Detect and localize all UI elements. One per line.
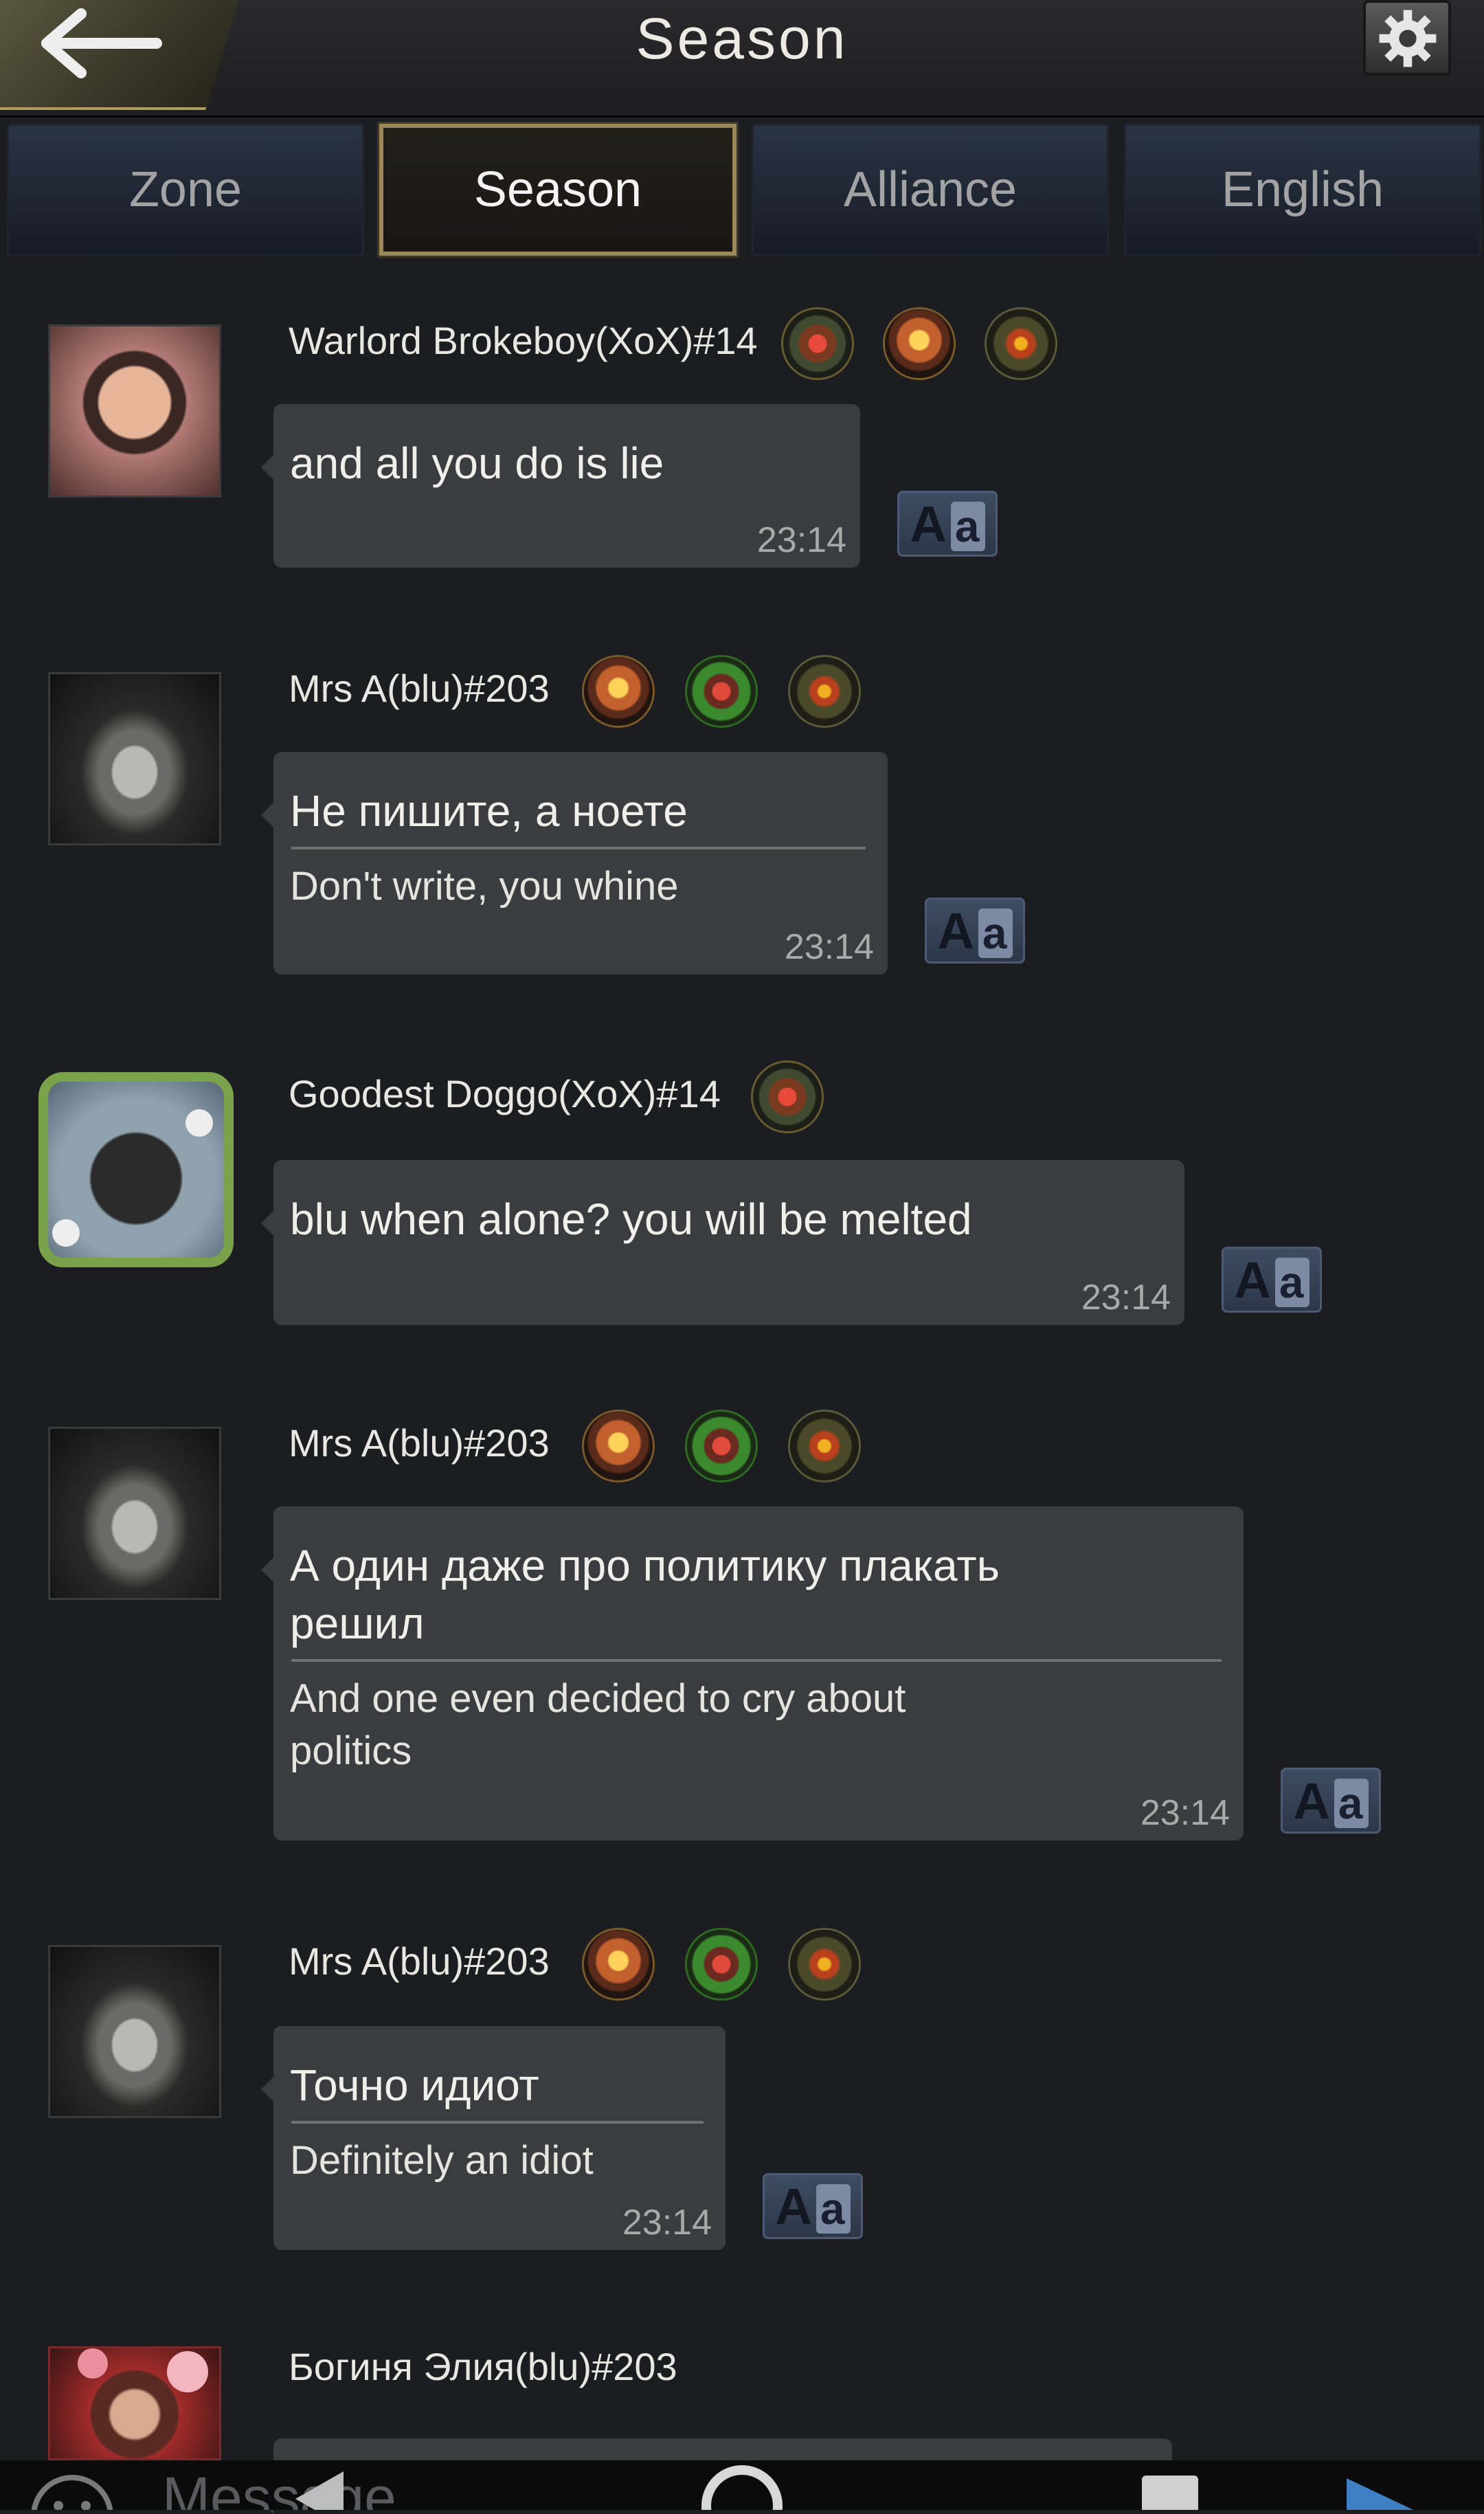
- message-input[interactable]: Message: [162, 2465, 396, 2510]
- message-text: blu when alone? you will be melted: [290, 1194, 972, 1244]
- flower-decoration: [186, 1109, 213, 1137]
- translate-button[interactable]: Aa: [763, 2173, 863, 2239]
- translation-divider: [291, 847, 866, 849]
- username[interactable]: Mrs A(blu)#203: [289, 1402, 550, 1484]
- avatar[interactable]: [48, 2346, 221, 2460]
- flower-decoration: [167, 2351, 208, 2392]
- flower-decoration: [52, 1219, 80, 1247]
- message-time: 23:14: [1081, 1278, 1171, 1317]
- message-bubble[interactable]: and all you do is lie 23:14: [261, 404, 860, 568]
- badge-icon: [584, 1930, 653, 1999]
- badge-icon: [584, 657, 653, 726]
- username[interactable]: Warlord Brokeboy(XoX)#14: [289, 300, 758, 382]
- badge-icon: [753, 1063, 822, 1131]
- avatar[interactable]: [48, 1945, 221, 2118]
- message-time: 23:14: [756, 520, 846, 560]
- avatar[interactable]: [48, 324, 221, 498]
- translated-text: Definitely an idiot: [290, 2138, 594, 2183]
- circle-home-icon[interactable]: [699, 2463, 785, 2510]
- badge-icon: [790, 657, 859, 726]
- badge-icon: [687, 1930, 756, 1999]
- badge-icon: [687, 1412, 756, 1480]
- page-title: Season: [636, 6, 848, 71]
- emoji-icon[interactable]: [27, 2471, 117, 2510]
- tab-english[interactable]: English: [1124, 124, 1481, 256]
- translate-icon: Aa: [1234, 1251, 1309, 1309]
- message-text: Точно идиот: [290, 2060, 539, 2110]
- message-time: 23:14: [1140, 1793, 1230, 1833]
- tab-alliance[interactable]: Alliance: [752, 124, 1109, 256]
- settings-button[interactable]: [1363, 0, 1451, 76]
- badge-icon: [885, 309, 954, 378]
- username[interactable]: Goodest Doggo(XoX)#14: [289, 1053, 721, 1135]
- username[interactable]: Mrs A(blu)#203: [289, 647, 550, 730]
- top-bar: Season: [0, 0, 1484, 118]
- tab-zone[interactable]: Zone: [7, 124, 364, 256]
- translated-text: And one even decided to cry about politi…: [290, 1676, 906, 1773]
- translated-text: Don't write, you whine: [290, 864, 679, 909]
- message-bubble[interactable]: А один даже про политику плакать решил A…: [261, 1506, 1244, 1840]
- badge-icon: [790, 1412, 859, 1480]
- translation-divider: [291, 2121, 704, 2124]
- translate-icon: Aa: [1293, 1772, 1369, 1830]
- badge-icon: [783, 309, 852, 378]
- gear-icon: [1379, 10, 1437, 67]
- tab-season[interactable]: Season: [379, 124, 737, 256]
- badge-icon: [987, 309, 1055, 378]
- avatar[interactable]: [48, 672, 221, 845]
- translate-icon: Aa: [775, 2177, 851, 2236]
- flower-decoration: [78, 2348, 108, 2379]
- message-time: 23:14: [784, 927, 874, 967]
- avatar[interactable]: [38, 1072, 234, 1267]
- avatar[interactable]: [48, 1427, 221, 1600]
- translate-button[interactable]: Aa: [897, 491, 998, 557]
- badge-icon: [687, 657, 756, 726]
- bottom-bar: Message: [0, 2460, 1484, 2510]
- triangle-back-icon[interactable]: [289, 2465, 350, 2510]
- message-bubble[interactable]: Не пишите, а ноете Don't write, you whin…: [261, 752, 888, 975]
- translate-icon: Aa: [910, 495, 985, 553]
- badge-icon: [584, 1412, 653, 1480]
- translate-icon: Aa: [937, 902, 1013, 960]
- message-time: 23:14: [622, 2203, 712, 2243]
- send-icon[interactable]: [1340, 2473, 1429, 2510]
- translate-button[interactable]: Aa: [925, 898, 1025, 964]
- square-recents-icon[interactable]: [1142, 2476, 1198, 2510]
- channel-tabs: Zone Season Alliance English: [0, 115, 1484, 258]
- translate-button[interactable]: Aa: [1281, 1768, 1381, 1834]
- username[interactable]: Mrs A(blu)#203: [289, 1920, 550, 2003]
- message-text: and all you do is lie: [290, 438, 664, 488]
- message-bubble[interactable]: Точно идиот Definitely an idiot 23:14: [261, 2026, 726, 2250]
- message-text: А один даже про политику плакать решил: [290, 1541, 1000, 1648]
- translate-button[interactable]: Aa: [1222, 1247, 1322, 1313]
- message-bubble[interactable]: blu when alone? you will be melted 23:14: [261, 1160, 1184, 1325]
- username[interactable]: Богиня Элия(blu)#203: [289, 2326, 677, 2408]
- message-text: Не пишите, а ноете: [290, 786, 688, 836]
- translation-divider: [291, 1659, 1222, 1662]
- badge-icon: [790, 1930, 859, 1999]
